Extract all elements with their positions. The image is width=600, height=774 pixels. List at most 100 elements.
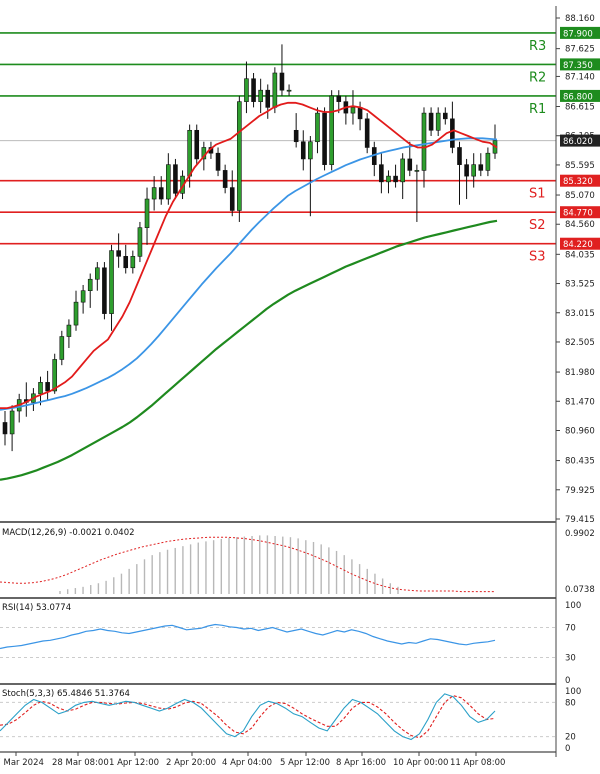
candle-up — [315, 112, 320, 143]
candle-down — [279, 72, 285, 91]
candle-up — [435, 112, 441, 131]
level-name-r2: R2 — [529, 70, 546, 85]
rsi-label: RSI(14) 53.0774 — [2, 603, 71, 613]
candle-down — [265, 89, 271, 108]
candle-down — [102, 267, 107, 314]
candle-up — [59, 336, 65, 360]
candle-down — [393, 175, 398, 183]
level-price-label-r1: 86.800 — [563, 92, 593, 102]
macd-label: MACD(12,26,9) -0.0021 0.0402 — [2, 528, 135, 538]
price-tick-label: 81.980 — [565, 368, 595, 378]
price-tick-label: 86.615 — [565, 103, 595, 113]
price-tick-label: 80.960 — [565, 426, 595, 436]
candle-up — [38, 382, 43, 395]
candle-down — [158, 187, 164, 200]
candle-up — [258, 89, 263, 102]
stoch-axis-label: 80 — [565, 698, 576, 708]
candle-down — [173, 164, 178, 194]
level-name-s1: S1 — [529, 187, 546, 202]
candle-up — [130, 256, 136, 269]
level-price-label-r3: 87.900 — [563, 29, 593, 39]
time-tick-label: 4 Apr 04:00 — [222, 758, 272, 768]
stoch-axis-label: 20 — [565, 733, 576, 743]
candle-down — [364, 118, 370, 148]
time-tick-label: 1 Apr 12:00 — [109, 758, 159, 768]
candle-down — [464, 164, 469, 177]
candle-down — [457, 147, 462, 165]
candle-up — [272, 72, 278, 108]
candle-up — [414, 170, 420, 172]
candle-up — [329, 95, 334, 165]
candle-up — [151, 187, 157, 200]
price-tick-label: 79.415 — [565, 515, 595, 525]
candle-down — [442, 112, 448, 120]
candle-down — [222, 170, 228, 188]
candle-down — [194, 129, 200, 160]
price-tick-label: 84.560 — [565, 220, 595, 230]
candle-down — [478, 164, 484, 171]
candle-down — [428, 112, 434, 131]
rsi-axis-label: 100 — [565, 601, 581, 611]
chart-svg: 88.16087.62587.14086.61586.10585.59585.0… — [0, 0, 600, 770]
price-tick-label: 82.505 — [565, 338, 595, 348]
candle-up — [421, 112, 427, 171]
candle-up — [386, 175, 391, 183]
candle-down — [450, 118, 455, 148]
time-tick-label: 28 Mar 08:00 — [52, 758, 109, 768]
candle-down — [293, 129, 299, 143]
candle-up — [471, 164, 476, 177]
time-tick-label: 10 Apr 00:00 — [393, 758, 448, 768]
price-tick-label: 88.160 — [565, 14, 595, 24]
candle-up — [66, 324, 72, 337]
candle-up — [350, 107, 356, 114]
candle-up — [144, 198, 150, 228]
candle-up — [95, 267, 100, 280]
level-name-s3: S3 — [529, 250, 546, 265]
candle-down — [322, 112, 327, 165]
candle-up — [87, 278, 93, 291]
candle-up — [9, 410, 15, 435]
stoch-axis-label: 100 — [565, 687, 581, 697]
current-price-label: 86.020 — [563, 137, 593, 147]
candle-up — [400, 158, 405, 183]
candle-down — [300, 141, 306, 160]
candle-down — [357, 107, 363, 120]
candle-down — [123, 256, 129, 269]
candle-up — [244, 78, 249, 102]
candle-up — [73, 301, 79, 326]
candle-down — [336, 95, 342, 102]
candle-up — [80, 290, 86, 303]
candle-down — [2, 422, 8, 435]
level-price-label-r2: 87.350 — [563, 61, 593, 71]
price-tick-label: 81.470 — [565, 397, 595, 407]
price-tick-label: 83.525 — [565, 280, 595, 290]
price-tick-label: 85.070 — [565, 191, 595, 201]
candle-down — [229, 187, 235, 211]
rsi-axis-label: 0 — [565, 676, 570, 686]
level-name-r1: R1 — [529, 102, 546, 117]
level-price-label-s3: 84.220 — [563, 240, 593, 250]
candle-down — [379, 164, 384, 183]
rsi-axis-label: 30 — [565, 654, 576, 664]
candle-up — [137, 227, 143, 257]
candle-down — [407, 158, 413, 171]
chart: 88.16087.62587.14086.61586.10585.59585.0… — [0, 0, 600, 770]
macd-axis-min: 0.0738 — [565, 585, 595, 595]
stoch-axis-label: 0 — [565, 744, 570, 754]
price-tick-label: 87.140 — [565, 72, 595, 82]
price-tick-label: 87.625 — [565, 45, 595, 55]
candle-up — [485, 152, 491, 171]
time-tick-label: 2 Apr 20:00 — [166, 758, 216, 768]
rsi-axis-label: 70 — [565, 624, 576, 634]
candle-down — [116, 250, 121, 257]
candle-up — [52, 359, 58, 392]
price-tick-label: 83.015 — [565, 309, 595, 319]
level-price-label-s1: 85.320 — [563, 177, 593, 187]
price-tick-label: 80.435 — [565, 457, 595, 467]
candle-up — [187, 129, 192, 177]
candle-down — [215, 152, 221, 171]
macd-axis-max: 0.9902 — [565, 529, 595, 539]
candle-up — [237, 101, 242, 211]
price-tick-label: 85.595 — [565, 161, 595, 171]
candle-up — [308, 141, 313, 160]
